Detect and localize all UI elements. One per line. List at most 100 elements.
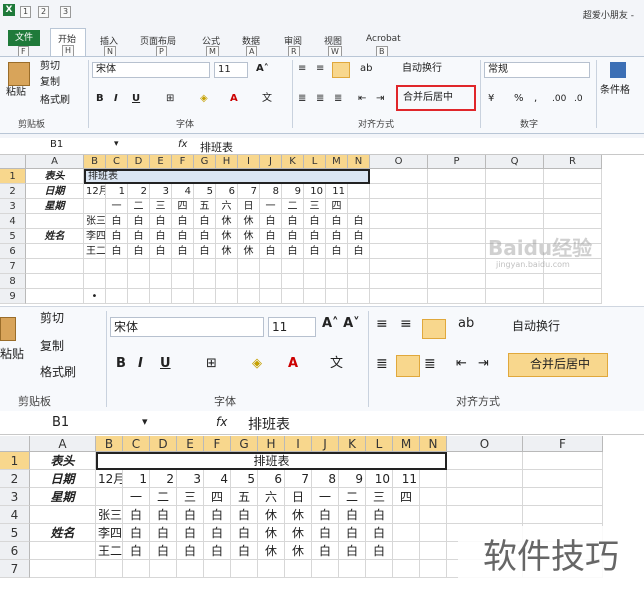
row-header-3[interactable]: 3	[0, 488, 30, 506]
cell-J2[interactable]: 8	[260, 184, 282, 199]
cell-J4[interactable]: 白	[260, 214, 282, 229]
border-icon[interactable]: ⊞	[166, 92, 174, 106]
cell-N5[interactable]	[420, 524, 447, 542]
cell-D7[interactable]	[128, 259, 150, 274]
cell-D6[interactable]: 白	[128, 244, 150, 259]
merge-center-button[interactable]: 合并后居中	[403, 91, 453, 105]
cell-Q4[interactable]	[486, 214, 544, 229]
cell-I3[interactable]: 日	[285, 488, 312, 506]
select-all-corner[interactable]	[0, 436, 30, 452]
column-header-H[interactable]: H	[258, 436, 285, 452]
bottom-bold-button[interactable]: B	[116, 357, 126, 371]
bottom-underline-button[interactable]: U	[160, 357, 171, 371]
bottom-italic-button[interactable]: I	[138, 357, 143, 371]
cell-J7[interactable]	[260, 259, 282, 274]
cell-G4[interactable]: 白	[194, 214, 216, 229]
orientation-icon[interactable]: ab	[360, 62, 372, 76]
cell-F2[interactable]	[523, 470, 603, 488]
row-header-4[interactable]: 4	[0, 506, 30, 524]
cell-A8[interactable]	[26, 274, 84, 289]
column-header-K[interactable]: K	[282, 155, 304, 169]
column-header-P[interactable]: P	[428, 155, 486, 169]
cell-M6[interactable]	[393, 542, 420, 560]
cell-O3[interactable]	[447, 488, 523, 506]
cell-B6[interactable]: 王二麻子	[84, 244, 106, 259]
cell-P3[interactable]	[428, 199, 486, 214]
bottom-font-name-select[interactable]: 宋体	[110, 317, 264, 337]
cell-H3[interactable]: 六	[216, 199, 238, 214]
cell-L7[interactable]	[366, 560, 393, 578]
cell-L5[interactable]: 白	[304, 229, 326, 244]
cell-D7[interactable]	[150, 560, 177, 578]
comma-button[interactable]: ,	[534, 92, 537, 106]
cell-K8[interactable]	[282, 274, 304, 289]
cell-E5[interactable]: 白	[150, 229, 172, 244]
cell-C6[interactable]: 白	[106, 244, 128, 259]
merged-title-cell[interactable]: 排班表	[84, 169, 370, 184]
bottom-formula-input[interactable]: 排班表	[248, 414, 290, 434]
conditional-format-button[interactable]: 条件格	[600, 84, 630, 98]
cell-B2[interactable]: 12月	[84, 184, 106, 199]
cell-O9[interactable]	[370, 289, 428, 304]
cell-Q1[interactable]	[486, 169, 544, 184]
cell-E5[interactable]: 白	[177, 524, 204, 542]
cell-M2[interactable]: 11	[326, 184, 348, 199]
cell-K4[interactable]: 白	[339, 506, 366, 524]
cell-A2[interactable]: 日期	[30, 470, 96, 488]
cell-E7[interactable]	[177, 560, 204, 578]
column-header-H[interactable]: H	[216, 155, 238, 169]
quick-access-toolbar[interactable]: 1 2 3	[18, 2, 98, 18]
cell-A3[interactable]: 星期	[30, 488, 96, 506]
cell-F3[interactable]: 四	[172, 199, 194, 214]
column-header-M[interactable]: M	[326, 155, 348, 169]
cell-L5[interactable]: 白	[366, 524, 393, 542]
cell-R1[interactable]	[544, 169, 602, 184]
cell-H3[interactable]: 六	[258, 488, 285, 506]
cell-G5[interactable]: 白	[231, 524, 258, 542]
cell-D3[interactable]: 二	[150, 488, 177, 506]
cell-C5[interactable]: 白	[106, 229, 128, 244]
cell-J6[interactable]: 白	[260, 244, 282, 259]
cell-D5[interactable]: 白	[128, 229, 150, 244]
cell-D4[interactable]: 白	[128, 214, 150, 229]
cell-O2[interactable]	[447, 470, 523, 488]
align-right-icon[interactable]: ≣	[334, 92, 342, 106]
column-header-C[interactable]: C	[106, 155, 128, 169]
cell-E2[interactable]: 3	[177, 470, 204, 488]
column-header-O[interactable]: O	[447, 436, 523, 452]
column-header-R[interactable]: R	[544, 155, 602, 169]
decrease-decimal-button[interactable]: .0	[574, 92, 583, 106]
cell-I4[interactable]: 休	[238, 214, 260, 229]
cell-D5[interactable]: 白	[150, 524, 177, 542]
column-header-C[interactable]: C	[123, 436, 150, 452]
cell-L2[interactable]: 10	[366, 470, 393, 488]
cell-J3[interactable]: 一	[312, 488, 339, 506]
cell-N6[interactable]	[420, 542, 447, 560]
increase-indent-icon[interactable]: ⇥	[376, 92, 384, 106]
cell-L4[interactable]: 白	[304, 214, 326, 229]
cell-N8[interactable]	[348, 274, 370, 289]
bottom-align-top-icon[interactable]: ≡	[376, 317, 388, 331]
cell-Q3[interactable]	[486, 199, 544, 214]
phonetic-icon[interactable]: 文	[262, 92, 272, 106]
cell-P4[interactable]	[428, 214, 486, 229]
align-left-icon[interactable]: ≣	[298, 92, 306, 106]
column-header-D[interactable]: D	[150, 436, 177, 452]
cell-L3[interactable]: 三	[366, 488, 393, 506]
cell-K3[interactable]: 二	[339, 488, 366, 506]
cell-N7[interactable]	[348, 259, 370, 274]
cell-A5[interactable]: 姓名	[30, 524, 96, 542]
column-header-Q[interactable]: Q	[486, 155, 544, 169]
wrap-text-button[interactable]: 自动换行	[402, 62, 442, 76]
row-header-1[interactable]: 1	[0, 452, 30, 470]
cell-F6[interactable]: 白	[204, 542, 231, 560]
cell-D2[interactable]: 2	[128, 184, 150, 199]
cell-K7[interactable]	[339, 560, 366, 578]
cell-K6[interactable]: 白	[339, 542, 366, 560]
cell-G2[interactable]: 5	[231, 470, 258, 488]
row-header-1[interactable]: 1	[0, 169, 26, 184]
fill-color-icon[interactable]: ◈	[200, 92, 208, 106]
cell-A1[interactable]: 表头	[26, 169, 84, 184]
column-header-K[interactable]: K	[339, 436, 366, 452]
cell-B5[interactable]: 李四	[96, 524, 123, 542]
